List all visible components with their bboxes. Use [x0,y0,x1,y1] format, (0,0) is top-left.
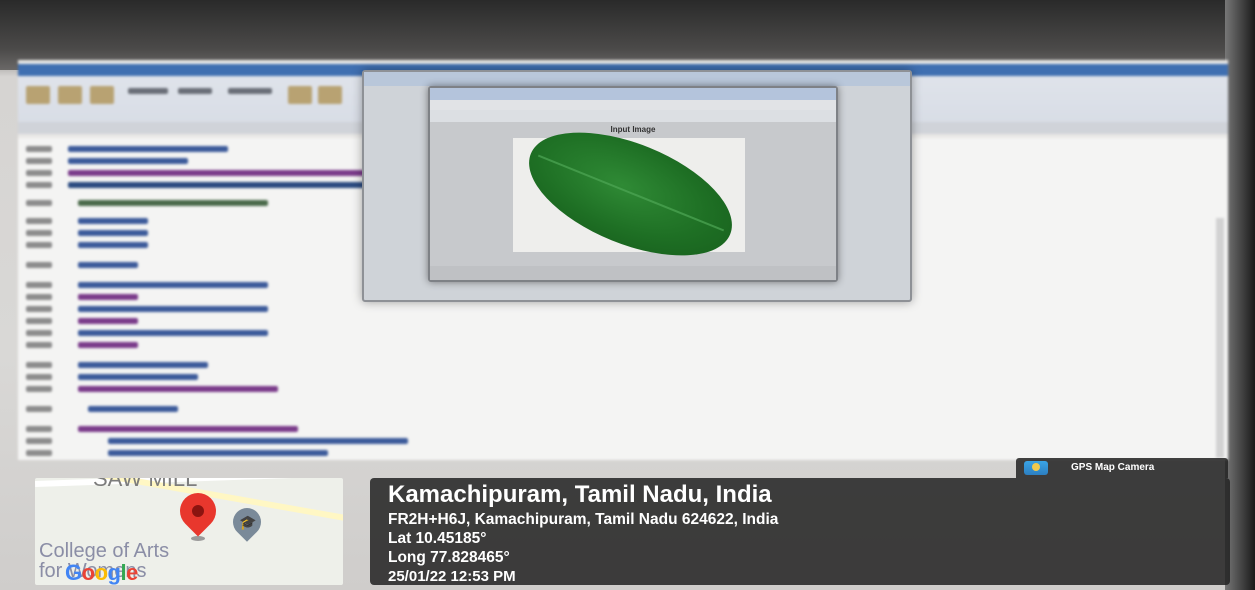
location-info-card: Kamachipuram, Tamil Nadu, India FR2H+H6J… [370,478,1230,585]
ribbon-label [128,88,168,94]
editor-scrollbar[interactable] [1216,218,1224,458]
figure-toolbar[interactable] [430,110,836,122]
camera-app-icon [1024,461,1048,475]
figure-titlebar[interactable] [430,88,836,100]
ribbon-button[interactable] [318,86,342,104]
ribbon-button[interactable] [288,86,312,104]
latitude-text: Lat 10.45185° [388,530,487,547]
badge-label: GPS Map Camera [1071,462,1155,473]
ribbon-button[interactable] [26,86,50,104]
figure-window-front[interactable]: Input Image [428,86,838,282]
ribbon-label [178,88,212,94]
longitude-text: Long 77.828465° [388,549,510,566]
gps-map-camera-badge: GPS Map Camera [1016,458,1228,478]
map-thumbnail: SAW MILL 🎓 College of Arts for Womens Go… [35,478,343,585]
axes-title: Input Image [610,125,656,134]
input-image [512,107,749,281]
google-logo: Google [65,560,138,585]
map-place-label: SAW MILL [93,478,198,491]
ribbon-label [228,88,272,94]
location-title: Kamachipuram, Tamil Nadu, India [388,481,772,508]
address-text: FR2H+H6J, Kamachipuram, Tamil Nadu 62462… [388,511,779,528]
figure-bottom-bar [430,266,836,280]
ribbon-button[interactable] [90,86,114,104]
graduation-cap-icon: 🎓 [239,514,257,530]
figure-menubar[interactable] [430,100,836,110]
datetime-text: 25/01/22 12:53 PM [388,568,516,585]
ribbon-button[interactable] [58,86,82,104]
figure-titlebar[interactable] [364,72,910,86]
